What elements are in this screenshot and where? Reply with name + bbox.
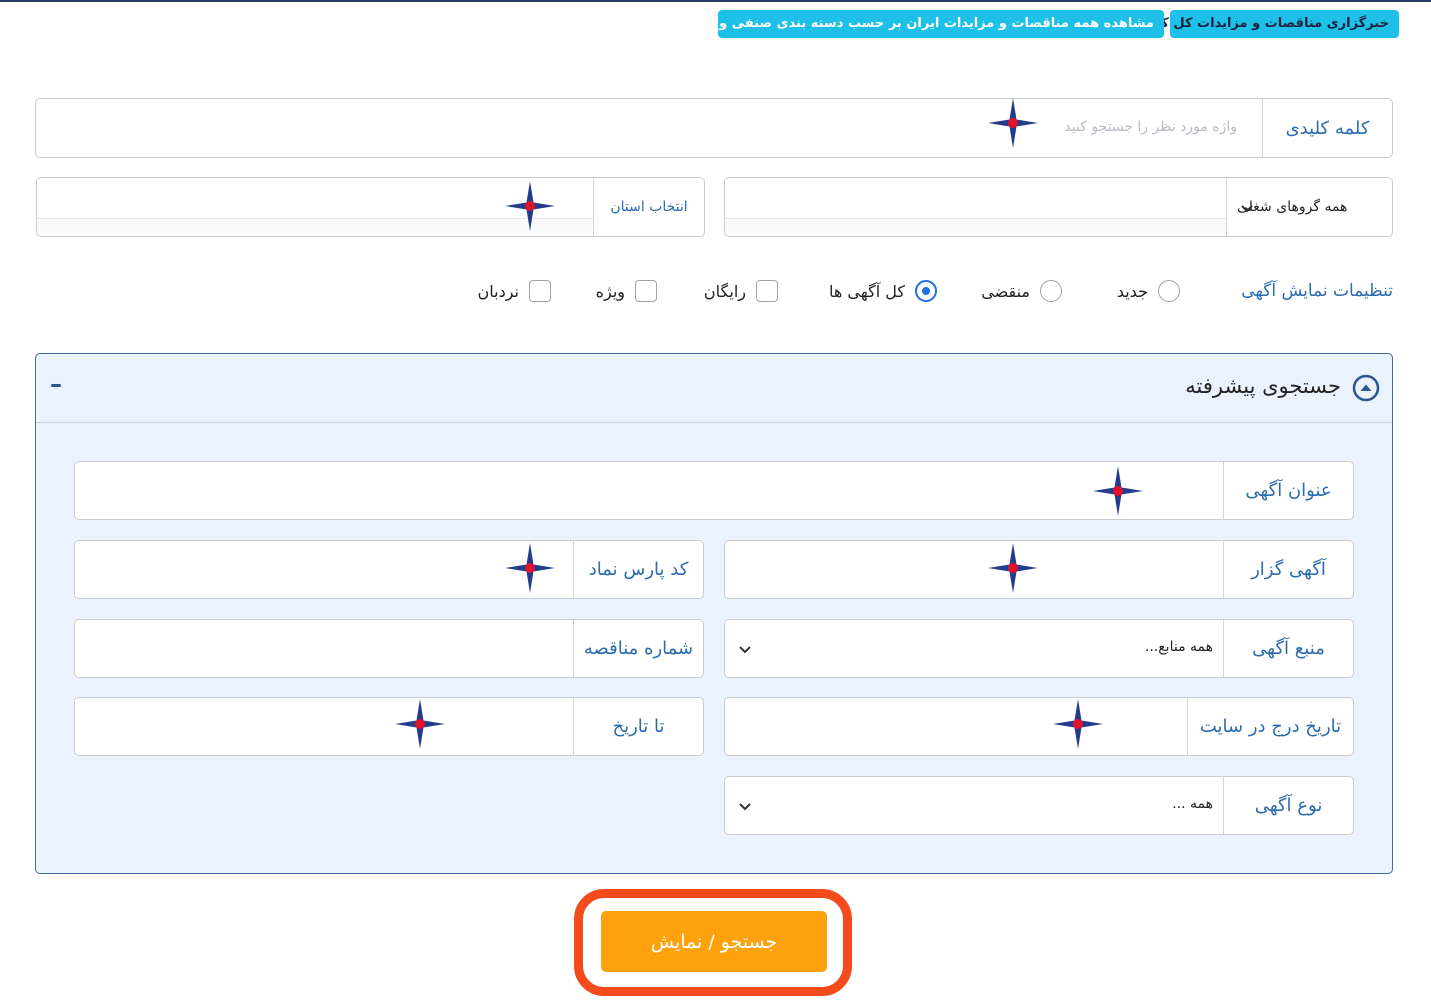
option-special-checkbox[interactable] bbox=[635, 280, 657, 302]
province-label[interactable]: انتخاب استان bbox=[593, 178, 704, 236]
advertiser-label: آگهی گزار bbox=[1223, 541, 1353, 598]
to-date-label: تا تاریخ bbox=[573, 698, 703, 755]
option-expired[interactable]: منقضی bbox=[981, 279, 1062, 303]
option-new-radio[interactable] bbox=[1158, 280, 1180, 302]
tender-number-field: شماره مناقصه bbox=[74, 619, 704, 678]
date-posted-field: تاریخ درج در سایت bbox=[724, 697, 1354, 756]
date-posted-label: تاریخ درج در سایت bbox=[1187, 698, 1353, 755]
advanced-search-title: جستجوی پیشرفته bbox=[1185, 374, 1341, 398]
pars-code-label: کد پارس نماد bbox=[573, 541, 703, 598]
province-input[interactable] bbox=[37, 218, 593, 236]
option-special-label: ویژه bbox=[595, 281, 625, 301]
view-all-tenders-badge[interactable]: مشاهده همه مناقصات و مزایدات ایران بر حس… bbox=[662, 10, 1164, 38]
advertiser-field: آگهی گزار bbox=[724, 540, 1354, 599]
option-free-checkbox[interactable] bbox=[756, 280, 778, 302]
chevron-down-icon bbox=[1241, 205, 1253, 213]
option-new[interactable]: جدید bbox=[1117, 279, 1180, 303]
option-free-label: رایگان bbox=[703, 281, 746, 301]
sparkle-marker-icon bbox=[1093, 466, 1143, 516]
option-free[interactable]: رایگان bbox=[704, 279, 778, 303]
ad-type-select[interactable]: نوع آگهی همه ... bbox=[724, 776, 1354, 835]
option-all-ads-label: کل آگهی ها bbox=[829, 281, 905, 301]
sparkle-marker-icon bbox=[988, 543, 1038, 593]
keyword-field: کلمه کلیدی واژه مورد نظر را جستجو کنید bbox=[35, 98, 1393, 158]
sparkle-marker-icon bbox=[505, 543, 555, 593]
tender-number-label: شماره مناقصه bbox=[573, 620, 703, 677]
option-ladder-checkbox[interactable] bbox=[529, 280, 551, 302]
collapse-icon[interactable]: – bbox=[50, 370, 62, 398]
keyword-label: کلمه کلیدی bbox=[1262, 99, 1392, 157]
sparkle-marker-icon bbox=[395, 699, 445, 749]
chevron-down-icon bbox=[739, 646, 751, 654]
to-date-field: تا تاریخ bbox=[74, 697, 704, 756]
ad-title-field: عنوان آگهی bbox=[74, 461, 1354, 520]
job-groups-select[interactable]: همه گروهای شغلی bbox=[724, 177, 1393, 237]
search-submit-button[interactable]: جستجو / نمایش bbox=[601, 911, 827, 972]
option-new-label: جدید bbox=[1116, 281, 1148, 301]
top-border bbox=[0, 0, 1431, 2]
pars-code-field: کد پارس نماد bbox=[74, 540, 704, 599]
search-page: خبرگزاری مناقصات و مزایدات کل کشور مشاهد… bbox=[0, 0, 1431, 1000]
ad-title-label: عنوان آگهی bbox=[1223, 462, 1353, 519]
ad-type-value: همه ... bbox=[1172, 796, 1213, 812]
option-all-ads-radio[interactable] bbox=[915, 280, 937, 302]
job-groups-underline bbox=[725, 218, 1226, 236]
news-agency-badge[interactable]: خبرگزاری مناقصات و مزایدات کل کشور bbox=[1132, 10, 1399, 38]
advanced-search-header[interactable]: جستجوی پیشرفته – bbox=[36, 354, 1392, 423]
option-special[interactable]: ویژه bbox=[596, 279, 657, 303]
news-agency-badge-label: خبرگزاری مناقصات و مزایدات کل کشور bbox=[1132, 16, 1389, 31]
sparkle-marker-icon bbox=[988, 98, 1038, 148]
ad-source-select[interactable]: منبع آگهی همه منابع... bbox=[724, 619, 1354, 678]
display-settings-title: تنظیمات نمایش آگهی bbox=[1241, 281, 1393, 301]
job-groups-select-value: همه گروهای شغلی bbox=[1226, 178, 1392, 236]
chevron-up-circle-icon[interactable] bbox=[1352, 374, 1380, 402]
search-submit-label: جستجو / نمایش bbox=[650, 930, 778, 953]
option-ladder[interactable]: نردبان bbox=[478, 279, 551, 303]
view-all-tenders-badge-label: مشاهده همه مناقصات و مزایدات ایران بر حس… bbox=[661, 16, 1154, 31]
ad-source-value: همه منابع... bbox=[1144, 639, 1213, 655]
ad-type-label: نوع آگهی bbox=[1223, 777, 1353, 834]
option-expired-radio[interactable] bbox=[1040, 280, 1062, 302]
option-all-ads[interactable]: کل آگهی ها bbox=[829, 279, 937, 303]
sparkle-marker-icon bbox=[1053, 699, 1103, 749]
option-ladder-label: نردبان bbox=[477, 281, 519, 301]
chevron-down-icon bbox=[739, 803, 751, 811]
province-field: انتخاب استان bbox=[36, 177, 705, 237]
keyword-input[interactable]: واژه مورد نظر را جستجو کنید bbox=[1064, 119, 1237, 135]
ad-source-label: منبع آگهی bbox=[1223, 620, 1353, 677]
option-expired-label: منقضی bbox=[981, 281, 1030, 301]
